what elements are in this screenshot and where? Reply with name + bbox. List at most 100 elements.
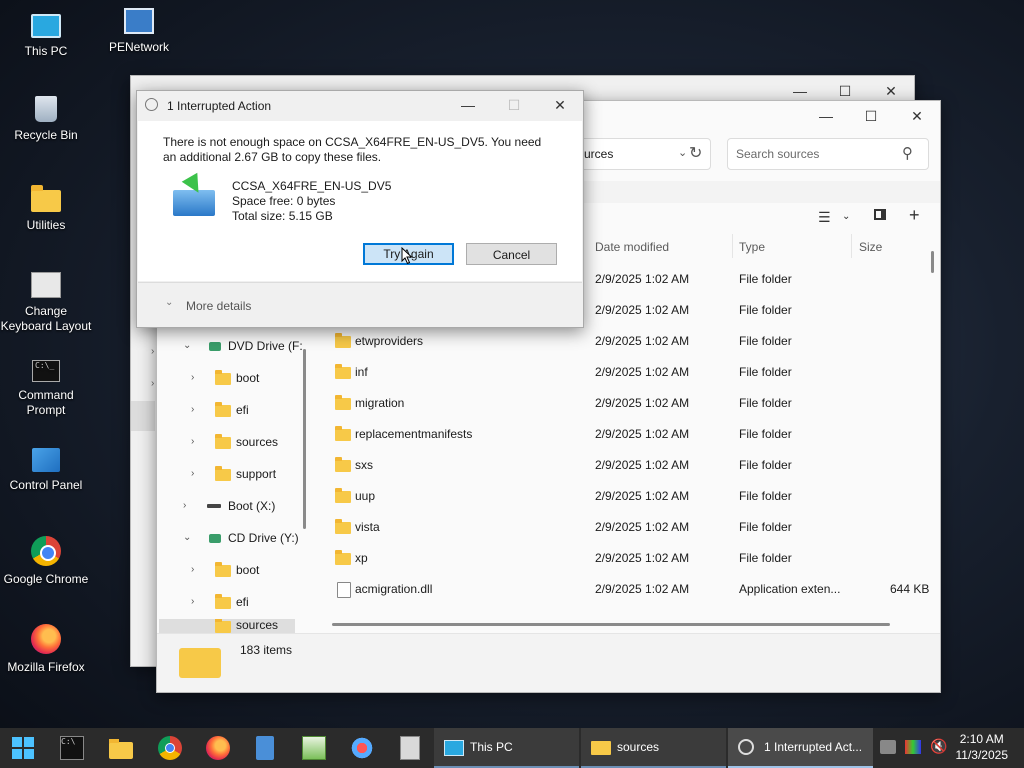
horizontal-scrollbar[interactable] — [332, 623, 890, 626]
minimize-button[interactable]: — — [445, 91, 491, 119]
file-date: 2/9/2025 1:02 AM — [595, 334, 690, 348]
task-interrupted-action[interactable]: 1 Interrupted Act... — [728, 728, 873, 768]
desktop-icon-label: Mozilla Firefox — [7, 660, 85, 674]
desktop-icon-chrome[interactable]: Google Chrome — [0, 536, 92, 587]
paint-icon[interactable] — [350, 736, 374, 760]
item-count: 183 items — [240, 643, 293, 657]
file-row[interactable]: replacementmanifests 2/9/2025 1:02 AM Fi… — [317, 418, 927, 449]
close-button[interactable]: ✕ — [537, 91, 583, 119]
desktop-icon-label: Recycle Bin — [14, 128, 78, 142]
file-explorer-icon[interactable] — [109, 736, 133, 760]
file-type: File folder — [739, 489, 792, 503]
task-label: sources — [617, 740, 660, 754]
mouse-cursor-icon — [401, 247, 413, 265]
file-type: File folder — [739, 551, 792, 565]
search-input[interactable]: Search sources ⚲ — [727, 138, 929, 170]
file-row[interactable]: migration 2/9/2025 1:02 AM File folder — [317, 387, 927, 418]
nav-chevron-icon[interactable]: › — [151, 378, 154, 389]
file-row[interactable]: sxs 2/9/2025 1:02 AM File folder — [317, 449, 927, 480]
desktop-icon-control-panel[interactable]: Control Panel — [0, 448, 92, 493]
desktop-icon-this-pc[interactable]: This PC — [0, 8, 92, 59]
cancel-button[interactable]: Cancel — [466, 243, 557, 265]
close-button[interactable]: ✕ — [894, 101, 940, 131]
chevron-down-icon[interactable]: ⌄ — [678, 146, 687, 159]
volume-muted-icon[interactable]: 🔇 — [930, 738, 947, 755]
file-date: 2/9/2025 1:02 AM — [595, 396, 690, 410]
clock-date: 11/3/2025 — [955, 748, 1009, 762]
file-type: File folder — [739, 334, 792, 348]
vertical-scrollbar[interactable] — [931, 251, 934, 273]
drive-name: CCSA_X64FRE_EN-US_DV5 — [232, 179, 392, 193]
network-tray-icon[interactable] — [880, 740, 896, 754]
recycle-bin-icon — [35, 96, 57, 122]
chevron-down-icon[interactable]: ⌄ — [842, 211, 850, 222]
file-name: vista — [355, 520, 380, 534]
task-this-pc[interactable]: This PC — [434, 728, 579, 768]
file-row[interactable]: vista 2/9/2025 1:02 AM File folder — [317, 511, 927, 542]
notepad-icon[interactable] — [256, 736, 274, 760]
dialog-message: There is not enough space on CCSA_X64FRE… — [163, 135, 542, 164]
clock-icon — [145, 98, 158, 111]
spreadsheet-icon[interactable] — [302, 736, 326, 760]
start-button[interactable] — [11, 736, 35, 760]
folder-icon — [215, 466, 231, 481]
desktop-icon-keyboard-layout[interactable]: Change Keyboard Layout — [0, 272, 92, 334]
folder-icon — [335, 364, 351, 379]
dll-file-icon — [337, 582, 351, 598]
desktop-icon-recycle-bin[interactable]: Recycle Bin — [0, 96, 92, 143]
nav-scrollbar[interactable] — [303, 349, 306, 529]
command-prompt-icon[interactable]: C:\ — [60, 736, 84, 760]
folder-icon — [335, 457, 351, 472]
system-clock[interactable]: 2:10 AM 11/3/2025 — [956, 731, 1009, 763]
maximize-button[interactable]: ☐ — [848, 101, 894, 131]
chevron-down-icon[interactable]: ⌄ — [165, 297, 173, 308]
refresh-icon[interactable]: ↻ — [689, 143, 702, 163]
folder-icon — [335, 333, 351, 348]
folder-icon — [215, 434, 231, 449]
column-header-date[interactable]: Date modified — [595, 238, 669, 262]
file-row[interactable]: acmigration.dll 2/9/2025 1:02 AM Applica… — [317, 573, 929, 604]
chrome-icon[interactable] — [158, 736, 182, 760]
search-placeholder: Search sources — [736, 147, 820, 161]
file-type: File folder — [739, 396, 792, 410]
maximize-button: ☐ — [507, 97, 521, 113]
nav-item-label: boot — [236, 371, 260, 385]
nav-chevron-icon[interactable]: › — [151, 346, 154, 357]
nav-item-label: CD Drive (Y:) — [228, 531, 299, 545]
desktop-icon-label: Command Prompt — [18, 388, 74, 417]
display-tray-icon[interactable] — [905, 740, 921, 754]
network-icon — [124, 8, 154, 34]
file-row[interactable]: uup 2/9/2025 1:02 AM File folder — [317, 480, 927, 511]
add-icon[interactable]: + — [909, 205, 920, 226]
calculator-icon[interactable] — [400, 736, 420, 760]
folder-icon — [215, 562, 231, 577]
more-details-link[interactable]: More details — [186, 299, 251, 313]
column-header-size[interactable]: Size — [859, 238, 882, 262]
desktop-icon-firefox[interactable]: Mozilla Firefox — [0, 624, 92, 675]
taskbar: C:\ This PC sources 1 Interrupted Act...… — [0, 728, 1024, 768]
folder-icon — [179, 648, 221, 678]
desktop-icon-penetwork[interactable]: PENetwork — [93, 8, 185, 55]
file-type: Application exten... — [739, 582, 841, 596]
file-name: migration — [355, 396, 405, 410]
details-pane-icon[interactable] — [874, 209, 886, 220]
interrupted-action-dialog[interactable]: 1 Interrupted Action — ☐ ✕ There is not … — [136, 90, 584, 328]
file-row[interactable]: etwproviders 2/9/2025 1:02 AM File folde… — [317, 325, 927, 356]
file-row[interactable]: xp 2/9/2025 1:02 AM File folder — [317, 542, 927, 573]
task-sources[interactable]: sources — [581, 728, 726, 768]
folder-icon — [215, 370, 231, 385]
nav-item-sources-selected[interactable]: sources — [159, 619, 295, 633]
column-header-type[interactable]: Type — [739, 238, 765, 262]
desktop-icon-utilities[interactable]: Utilities — [0, 184, 92, 233]
firefox-icon[interactable] — [206, 736, 230, 760]
nav-selected-strip — [131, 401, 155, 431]
file-type: File folder — [739, 427, 792, 441]
minimize-button[interactable]: — — [803, 101, 849, 131]
command-prompt-icon: C:\_ — [32, 360, 60, 382]
desktop-icon-label: Control Panel — [9, 478, 83, 492]
file-type: File folder — [739, 272, 792, 286]
file-type: File folder — [739, 458, 792, 472]
file-row[interactable]: inf 2/9/2025 1:02 AM File folder — [317, 356, 927, 387]
view-list-icon[interactable]: ☰ — [818, 209, 831, 226]
desktop-icon-command-prompt[interactable]: C:\_ Command Prompt — [0, 360, 92, 418]
